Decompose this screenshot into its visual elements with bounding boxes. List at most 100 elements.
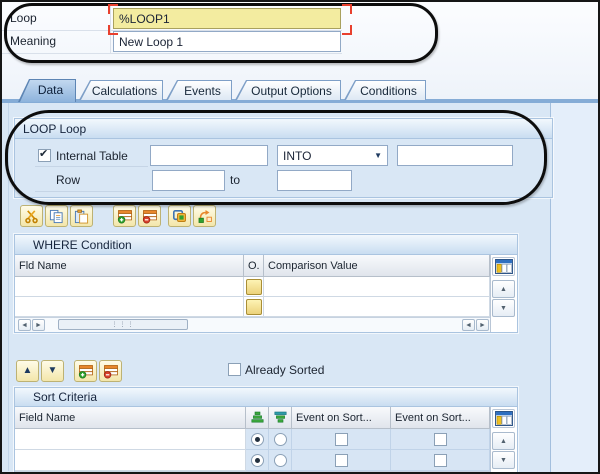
tabstrip: Data Calculations Events Output Options … [18,80,429,102]
ascending-radio[interactable] [251,454,264,467]
descending-radio[interactable] [274,454,287,467]
form-row-divider [2,53,342,54]
row-from-input[interactable] [152,170,225,191]
column-header-sort-ascending[interactable] [246,407,269,429]
sort-move-up-button[interactable]: ▲ [16,360,39,382]
column-header-sort-descending[interactable] [269,407,292,429]
copy-button[interactable] [45,205,68,227]
where-row2-comparison-cell[interactable] [264,297,490,317]
cut-button[interactable] [20,205,43,227]
smartforms-loop-screen: Loop Meaning Data Calculations Events Ou… [0,0,600,474]
sort-move-down-button[interactable]: ▼ [41,360,64,382]
selection-mark-icon [342,4,352,14]
sort-descending-icon [274,411,287,424]
selection-mark-icon [342,25,352,35]
paste-button[interactable] [70,205,93,227]
delete-row-button[interactable] [138,205,161,227]
sort-row1-field-cell[interactable] [15,429,246,450]
loop-group-title: LOOP Loop [15,119,552,139]
right-side-panel [550,103,599,472]
sort-ascending-icon [251,411,264,424]
scroll-left-button[interactable]: ◄ [18,319,31,331]
scroll-up-button[interactable]: ▲ [492,280,515,298]
selection-mark-icon [108,4,118,14]
hscrollbar-thumb[interactable] [58,319,188,330]
tab-conditions[interactable]: Conditions [344,80,426,100]
column-header-fld-name[interactable]: Fld Name [15,255,244,277]
operator-picker-button[interactable] [246,279,262,295]
table-config-button[interactable] [492,257,515,276]
guide-line [35,166,148,167]
sort-row2-field-cell[interactable] [15,450,246,471]
table-config-icon [495,259,513,274]
scroll-up-button[interactable]: ▲ [492,432,515,450]
select-block-button[interactable] [168,205,191,227]
already-sorted-label: Already Sorted [245,363,324,377]
into-select[interactable]: INTO ▼ [277,145,388,166]
chevron-down-icon: ▼ [374,151,382,160]
form-row-divider [2,30,342,31]
row-to-input[interactable] [277,170,352,191]
cut-icon [24,209,39,224]
tab-calculations[interactable]: Calculations [79,80,163,100]
loop-name-field[interactable] [113,8,341,29]
to-label: to [230,173,240,187]
column-header-event1[interactable]: Event on Sort... [292,407,391,429]
guide-line [35,191,150,192]
scroll-right-button[interactable]: ► [32,319,45,331]
down-arrow-icon: ▼ [48,366,58,376]
paste-icon [74,209,89,224]
operator-picker-button[interactable] [246,299,262,315]
copy-icon [49,209,64,224]
scroll-right-button[interactable]: ► [476,319,489,331]
move-icon [197,209,213,224]
tab-events[interactable]: Events [166,80,232,100]
internal-table-checkbox[interactable] [38,149,51,162]
move-button[interactable] [193,205,216,227]
scroll-down-button[interactable]: ▼ [492,451,515,469]
already-sorted-checkbox[interactable] [228,363,241,376]
tab-output-options[interactable]: Output Options [235,80,341,100]
insert-row-icon [117,209,133,224]
descending-radio[interactable] [274,433,287,446]
select-block-icon [172,209,188,224]
column-header-comparison-value[interactable]: Comparison Value [264,255,490,277]
pane-left-edge [8,103,9,471]
scroll-left-button[interactable]: ◄ [462,319,475,331]
table-config-button[interactable] [492,409,515,428]
sort-criteria-title: Sort Criteria [15,388,517,407]
event-on-sort1-checkbox[interactable] [335,433,348,446]
internal-table-label: Internal Table [56,149,128,163]
scroll-down-button[interactable]: ▼ [492,299,515,317]
loop-label: Loop [10,11,37,25]
meaning-field[interactable] [113,31,341,52]
table-config-icon [495,411,513,426]
where-row1-field-cell[interactable] [15,277,244,297]
column-header-field-name[interactable]: Field Name [15,407,246,429]
into-target-input[interactable] [397,145,513,166]
where-row1-comparison-cell[interactable] [264,277,490,297]
internal-table-input[interactable] [150,145,268,166]
event-on-sort2-checkbox[interactable] [434,454,447,467]
selection-mark-icon [108,25,118,35]
event-on-sort2-checkbox[interactable] [434,433,447,446]
where-row2-field-cell[interactable] [15,297,244,317]
where-condition-groupbox: WHERE Condition Fld Name O. Comparison V… [14,234,518,333]
delete-row-icon [103,364,119,379]
sort-delete-row-button[interactable] [99,360,122,382]
sort-criteria-groupbox: Sort Criteria Field Name Event on Sort..… [14,387,518,474]
meaning-label: Meaning [10,34,56,48]
up-arrow-icon: ▲ [23,366,33,376]
insert-row-button[interactable] [113,205,136,227]
ascending-radio[interactable] [251,433,264,446]
column-header-operator[interactable]: O. [244,255,264,277]
where-condition-title: WHERE Condition [15,235,517,255]
tab-data[interactable]: Data [18,79,76,102]
row-label: Row [56,173,80,187]
event-on-sort1-checkbox[interactable] [335,454,348,467]
delete-row-icon [142,209,158,224]
into-select-value: INTO [283,149,311,163]
insert-row-icon [78,364,94,379]
sort-insert-row-button[interactable] [74,360,97,382]
column-header-event2[interactable]: Event on Sort... [391,407,490,429]
